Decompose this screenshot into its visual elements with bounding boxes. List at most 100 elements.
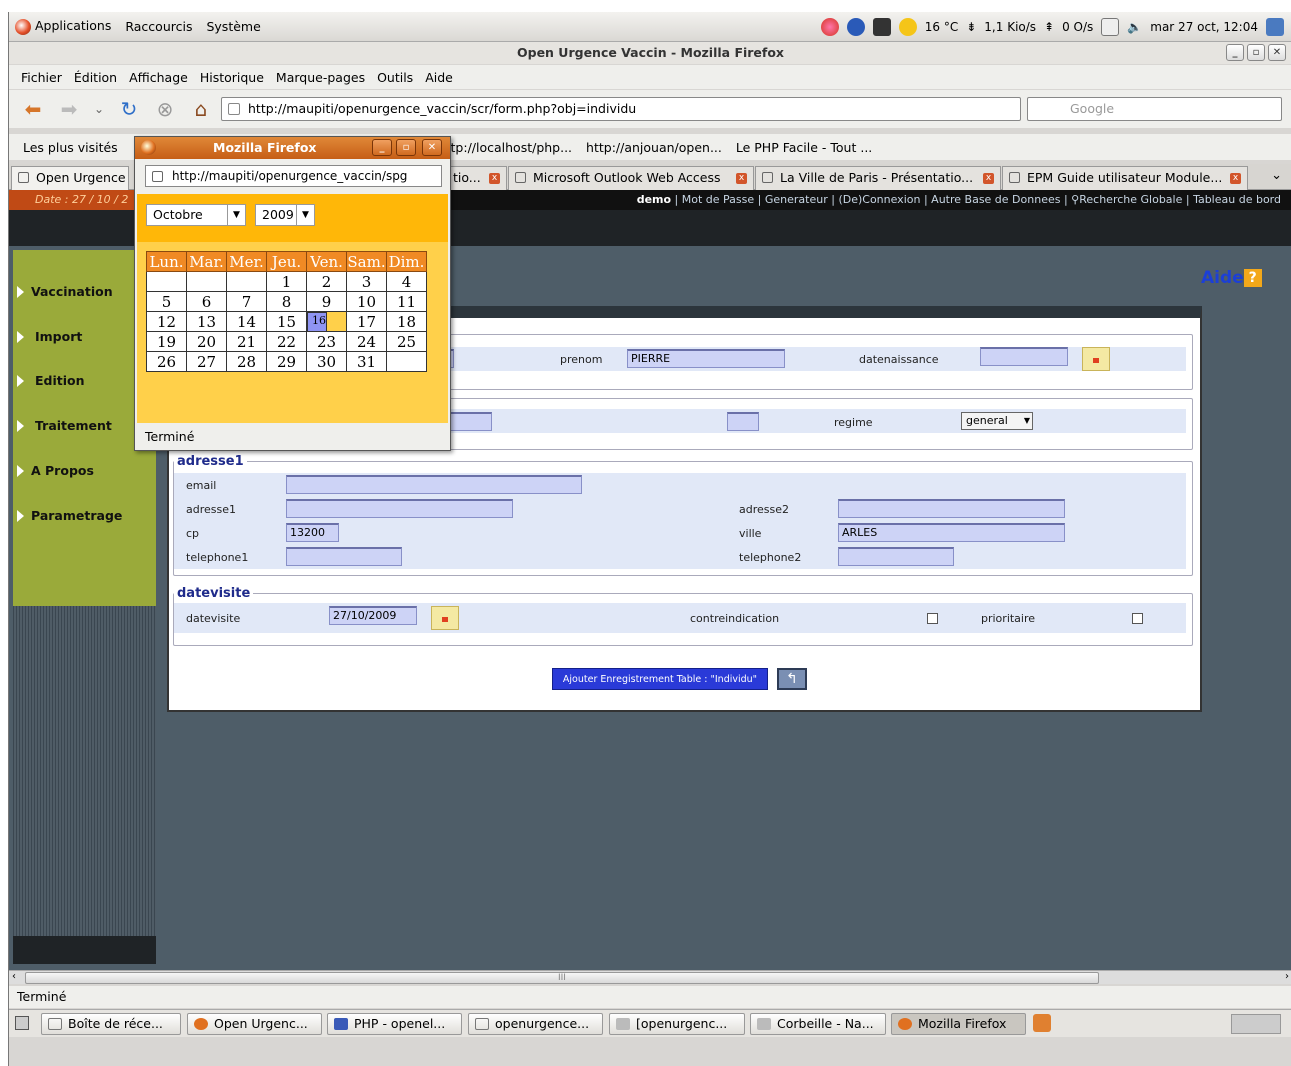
tab-close-icon[interactable]: x — [983, 173, 994, 184]
update-icon[interactable] — [1266, 18, 1284, 36]
calendar-day[interactable]: 26 — [146, 351, 187, 372]
forward-icon[interactable]: ➡ — [57, 97, 81, 121]
calendar-day[interactable]: 27 — [186, 351, 227, 372]
link-generateur[interactable]: Generateur — [765, 193, 828, 206]
bookmark-localhost[interactable]: http://localhost/php... — [438, 140, 572, 155]
scroll-thumb[interactable]: III — [25, 972, 1099, 984]
volume-icon[interactable]: 🔈 — [1127, 20, 1142, 34]
tab-epm-guide[interactable]: EPM Guide utilisateur Module... x — [1002, 166, 1248, 190]
calendar-day[interactable]: 21 — [226, 331, 267, 352]
tab-close-icon[interactable]: x — [489, 173, 500, 184]
tab-ville-de-paris[interactable]: La Ville de Paris - Présentatio... x — [755, 166, 1001, 190]
task-inbox[interactable]: Boîte de réce... — [41, 1013, 181, 1035]
task-openurgenc-folder[interactable]: [openurgenc... — [609, 1013, 745, 1035]
telephone1-field[interactable] — [286, 547, 402, 566]
adresse1-field[interactable] — [286, 499, 513, 518]
calendar-day[interactable]: 16 — [307, 312, 327, 332]
link-connexion[interactable]: (De)Connexion — [838, 193, 920, 206]
firefox-launcher-icon[interactable] — [820, 18, 839, 36]
history-dropdown-icon[interactable]: ⌄ — [93, 102, 105, 116]
calendar-day[interactable]: 29 — [266, 351, 307, 372]
calendar-day[interactable]: 31 — [346, 351, 387, 372]
regime-select[interactable]: general ▼ — [961, 412, 1033, 430]
calendar-day[interactable]: 30 — [306, 351, 347, 372]
calendar-day[interactable]: 23 — [306, 331, 347, 352]
trash-applet-icon[interactable] — [1033, 1014, 1051, 1032]
menu-systeme[interactable]: Système — [206, 19, 260, 34]
calendar-day[interactable]: 28 — [226, 351, 267, 372]
email-field[interactable] — [286, 475, 582, 494]
workspace-switcher[interactable] — [1231, 1014, 1281, 1034]
search-input[interactable]: Google — [1027, 97, 1282, 121]
tab-hidden[interactable]: tio... x — [446, 166, 507, 190]
adresse2-field[interactable] — [838, 499, 1065, 518]
menu-edition[interactable]: Édition — [74, 70, 117, 85]
calendar-day[interactable]: 6 — [186, 291, 227, 312]
scroll-right-icon[interactable]: › — [1285, 971, 1289, 982]
reload-icon[interactable]: ↻ — [117, 97, 141, 121]
task-mozilla-firefox[interactable]: Mozilla Firefox — [891, 1013, 1026, 1035]
tab-close-icon[interactable]: x — [736, 173, 747, 184]
url-bar[interactable]: http://maupiti/openurgence_vaccin/scr/fo… — [221, 97, 1021, 121]
calendar-day[interactable]: 24 — [346, 331, 387, 352]
year-select[interactable]: 2009 ▼ — [255, 204, 315, 226]
sidebar-item-parametrage[interactable]: Parametrage — [13, 506, 156, 526]
calendar-icon[interactable] — [431, 606, 459, 630]
calendar-day[interactable]: 8 — [266, 291, 307, 312]
horizontal-scrollbar[interactable]: ‹ III › — [9, 970, 1291, 984]
datevisite-field[interactable]: 27/10/2009 — [329, 606, 417, 625]
calendar-day[interactable]: 7 — [226, 291, 267, 312]
ville-field[interactable]: ARLES — [838, 523, 1065, 542]
task-openurgence[interactable]: openurgence... — [468, 1013, 603, 1035]
calendar-icon[interactable] — [1082, 347, 1110, 371]
tab-open-urgence[interactable]: Open Urgence — [11, 166, 129, 190]
tab-list-chevron-icon[interactable]: ⌄ — [1271, 168, 1282, 183]
cp-field[interactable]: 13200 — [286, 523, 339, 542]
tab-outlook[interactable]: Microsoft Outlook Web Access x — [508, 166, 754, 190]
calendar-day[interactable]: 13 — [186, 311, 227, 332]
tab-close-icon[interactable]: x — [1230, 173, 1241, 184]
calendar-day[interactable]: 25 — [386, 331, 427, 352]
calendar-day[interactable]: 4 — [386, 271, 427, 292]
popup-maximize-button[interactable]: ▫ — [396, 139, 416, 156]
maximize-button[interactable]: ▫ — [1247, 44, 1265, 61]
prioritaire-checkbox[interactable] — [1132, 613, 1143, 624]
calendar-day[interactable]: 9 — [306, 291, 347, 312]
menu-affichage[interactable]: Affichage — [129, 70, 188, 85]
calendar-day[interactable]: 11 — [386, 291, 427, 312]
menu-marque-pages[interactable]: Marque-pages — [276, 70, 365, 85]
menu-aide[interactable]: Aide — [425, 70, 453, 85]
bookmark-anjouan[interactable]: http://anjouan/open... — [586, 140, 722, 155]
month-select[interactable]: Octobre ▼ — [146, 204, 246, 226]
menu-fichier[interactable]: Fichier — [21, 70, 62, 85]
task-corbeille[interactable]: Corbeille - Na... — [750, 1013, 886, 1035]
calendar-day[interactable]: 2 — [306, 271, 347, 292]
calendar-day[interactable]: 18 — [386, 311, 427, 332]
aide-link[interactable]: Aide? — [1201, 268, 1262, 288]
cle-field[interactable] — [727, 412, 759, 431]
show-desktop-icon[interactable] — [15, 1016, 29, 1030]
link-autre-base[interactable]: Autre Base de Donnees — [931, 193, 1060, 206]
link-recherche-globale[interactable]: Recherche Globale — [1079, 193, 1182, 206]
task-php[interactable]: PHP - openel... — [327, 1013, 462, 1035]
clock[interactable]: mar 27 oct, 12:04 — [1150, 20, 1258, 34]
calendar-day[interactable]: 22 — [266, 331, 307, 352]
back-arrow-icon[interactable]: ↰ — [777, 668, 807, 690]
link-mot-de-passe[interactable]: Mot de Passe — [682, 193, 754, 206]
task-open-urgence[interactable]: Open Urgenc... — [187, 1013, 322, 1035]
back-icon[interactable]: ⬅ — [21, 97, 45, 121]
calendar-day[interactable]: 15 — [266, 311, 307, 332]
bookmark-php-facile[interactable]: Le PHP Facile - Tout ... — [736, 140, 872, 155]
menu-raccourcis[interactable]: Raccourcis — [125, 19, 192, 34]
calendar-day[interactable]: 19 — [146, 331, 187, 352]
menu-outils[interactable]: Outils — [377, 70, 413, 85]
calendar-day[interactable]: 20 — [186, 331, 227, 352]
calendar-day[interactable]: 10 — [346, 291, 387, 312]
close-button[interactable]: ✕ — [1268, 44, 1286, 61]
stop-icon[interactable]: ⊗ — [153, 97, 177, 121]
help-icon[interactable] — [846, 18, 865, 36]
menu-applications[interactable]: Applications — [15, 18, 111, 35]
popup-close-button[interactable]: ✕ — [422, 139, 442, 156]
calendar-day[interactable]: 12 — [146, 311, 187, 332]
popup-minimize-button[interactable]: _ — [372, 139, 392, 156]
